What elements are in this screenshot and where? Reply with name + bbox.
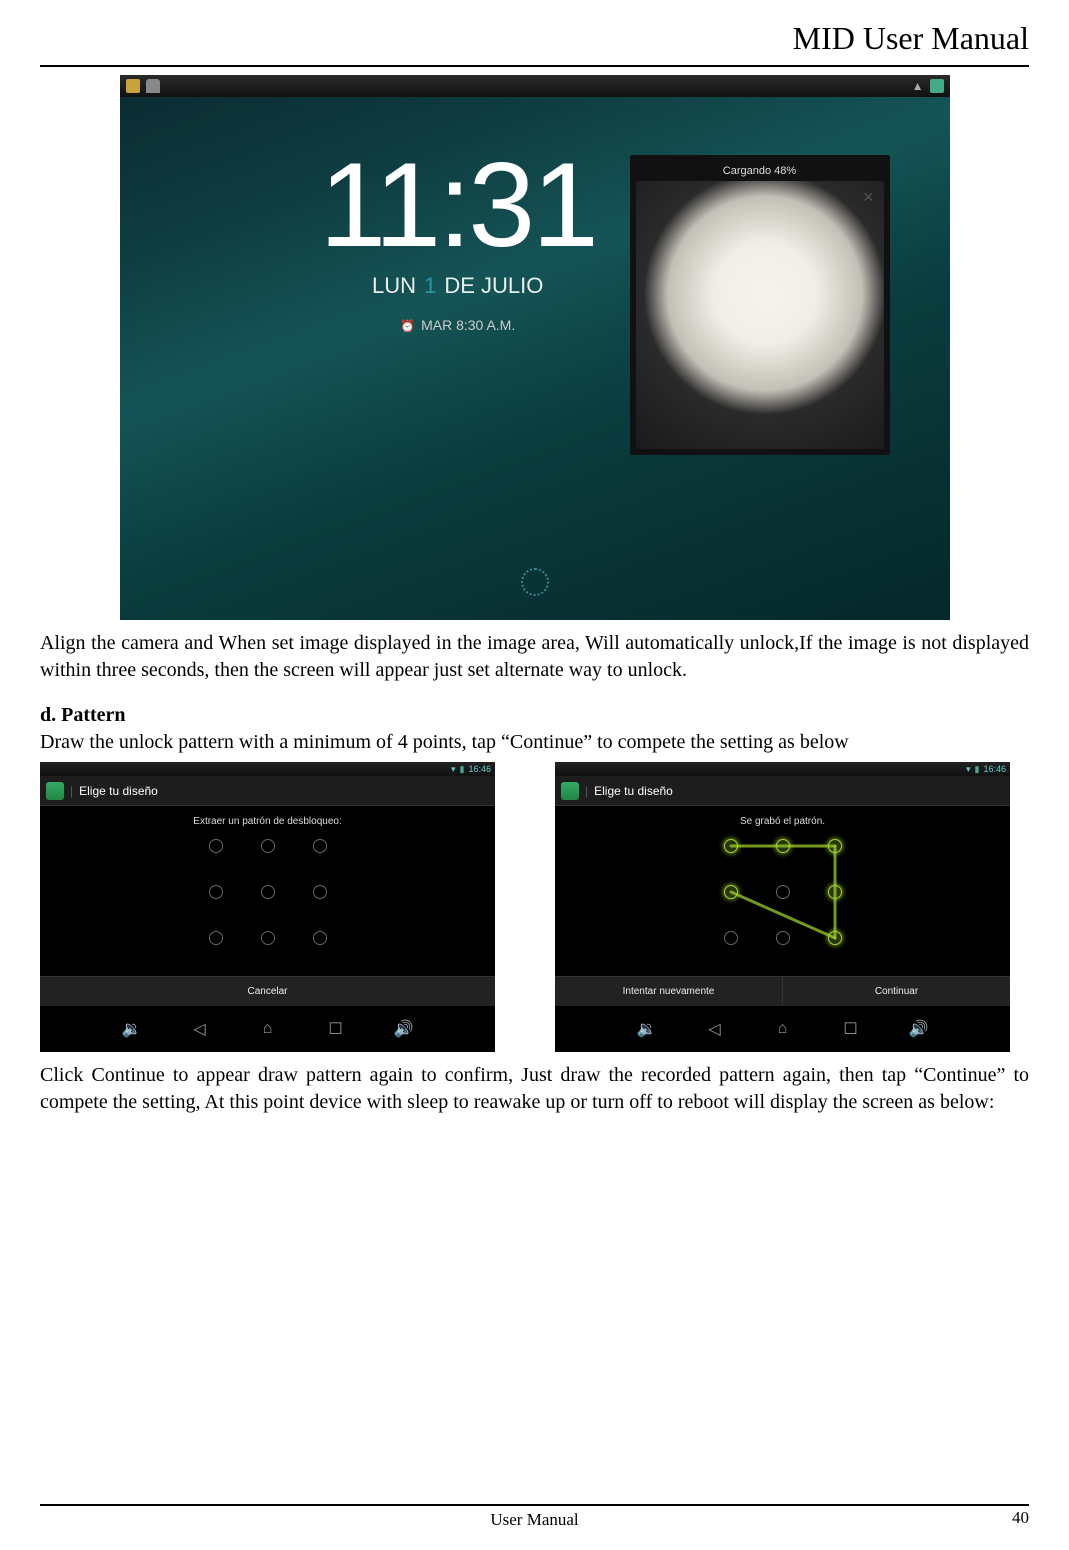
status-time: 16:46 (983, 764, 1006, 774)
pattern-dot[interactable] (776, 885, 790, 899)
status-bar: ▲ (120, 75, 950, 97)
alarm-icon (400, 317, 415, 333)
recent-icon[interactable]: ☐ (327, 1020, 345, 1038)
pattern-dot[interactable] (261, 931, 275, 945)
battery-icon (930, 79, 944, 93)
pattern-dot[interactable] (828, 931, 842, 945)
pattern-dot[interactable] (313, 885, 327, 899)
volume-down-icon[interactable]: 🔉 (638, 1020, 656, 1038)
instruction-text: Se grabó el patrón. (740, 816, 825, 827)
page-footer: User Manual 40 (40, 1504, 1029, 1530)
retry-button[interactable]: Intentar nuevamente (555, 977, 783, 1006)
date-daynum: 1 (424, 273, 436, 299)
nav-bar: 🔉 ◁ ⌂ ☐ 🔊 (40, 1006, 495, 1052)
date-dayname: LUN (372, 273, 416, 299)
titlebar: | Elige tu diseño (40, 776, 495, 806)
screenshot-pattern-draw: ▾ ▮ 16:46 | Elige tu diseño Extraer un p… (40, 762, 495, 1052)
screenshot-row: ▾ ▮ 16:46 | Elige tu diseño Extraer un p… (40, 762, 1029, 1052)
pattern-dot[interactable] (261, 885, 275, 899)
wifi-icon: ▾ (451, 764, 456, 775)
home-icon[interactable]: ⌂ (259, 1020, 277, 1038)
alarm-text: MAR 8:30 A.M. (421, 317, 515, 333)
status-bar-small: ▾ ▮ 16:46 (555, 762, 1010, 776)
wifi-icon: ▾ (966, 764, 971, 775)
paragraph-pattern-intro: Draw the unlock pattern with a minimum o… (40, 729, 1029, 756)
loading-ring-icon (521, 568, 549, 596)
wifi-icon: ▲ (912, 79, 924, 93)
nav-bar: 🔉 ◁ ⌂ ☐ 🔊 (555, 1006, 1010, 1052)
close-icon[interactable]: × (863, 187, 874, 208)
page-header-title: MID User Manual (40, 20, 1029, 57)
button-row: Cancelar (40, 976, 495, 1006)
cancel-button[interactable]: Cancelar (40, 977, 495, 1006)
header-rule (40, 65, 1029, 67)
pattern-dot[interactable] (776, 931, 790, 945)
clock-date: LUN 1 DE JULIO (320, 273, 596, 299)
footer-rule (40, 1504, 1029, 1506)
heading-pattern: d. Pattern (40, 704, 1029, 727)
face-camera-preview: × (636, 181, 884, 449)
pattern-body: Se grabó el patrón. (555, 806, 1010, 1006)
volume-up-icon[interactable]: 🔊 (395, 1020, 413, 1038)
titlebar-text: Elige tu diseño (594, 784, 673, 798)
pattern-grid[interactable] (203, 833, 333, 953)
pattern-dot[interactable] (261, 839, 275, 853)
separator-icon: | (70, 784, 73, 798)
back-icon[interactable]: ◁ (706, 1020, 724, 1038)
pattern-dot[interactable] (776, 839, 790, 853)
lockscreen-clock: 11:31 LUN 1 DE JULIO MAR 8:30 A.M. (320, 145, 596, 333)
alarm-row: MAR 8:30 A.M. (320, 317, 596, 333)
screenshot-pattern-recorded: ▾ ▮ 16:46 | Elige tu diseño Se grabó el … (555, 762, 1010, 1052)
paragraph-align-camera: Align the camera and When set image disp… (40, 630, 1029, 684)
home-icon[interactable]: ⌂ (774, 1020, 792, 1038)
pattern-dot[interactable] (724, 885, 738, 899)
back-icon[interactable]: ◁ (191, 1020, 209, 1038)
volume-down-icon[interactable]: 🔉 (123, 1020, 141, 1038)
titlebar-text: Elige tu diseño (79, 784, 158, 798)
pattern-dot[interactable] (724, 839, 738, 853)
footer-center-text: User Manual (490, 1510, 578, 1530)
status-time: 16:46 (468, 764, 491, 774)
pattern-dot[interactable] (313, 931, 327, 945)
volume-up-icon[interactable]: 🔊 (910, 1020, 928, 1038)
pattern-dot[interactable] (209, 931, 223, 945)
titlebar: | Elige tu diseño (555, 776, 1010, 806)
pattern-dot[interactable] (313, 839, 327, 853)
pattern-dot[interactable] (724, 931, 738, 945)
pattern-dot[interactable] (828, 839, 842, 853)
battery-icon: ▮ (975, 764, 980, 775)
clock-time: 11:31 (320, 145, 596, 265)
button-row: Intentar nuevamente Continuar (555, 976, 1010, 1006)
face-loading-label: Cargando 48% (636, 161, 884, 181)
separator-icon: | (585, 784, 588, 798)
pattern-grid[interactable] (718, 833, 848, 953)
screenshot-lockscreen: ▲ 11:31 LUN 1 DE JULIO MAR 8:30 A.M. Car… (120, 75, 950, 620)
app-icon (46, 782, 64, 800)
pattern-body: Extraer un patrón de desbloqueo: Cancela… (40, 806, 495, 1006)
date-month: DE JULIO (444, 273, 543, 299)
status-icon-android (146, 79, 160, 93)
face-unlock-widget: Cargando 48% × (630, 155, 890, 455)
paragraph-continue: Click Continue to appear draw pattern ag… (40, 1062, 1029, 1116)
continue-button[interactable]: Continuar (783, 977, 1010, 1006)
recent-icon[interactable]: ☐ (842, 1020, 860, 1038)
app-icon (561, 782, 579, 800)
pattern-dot[interactable] (209, 885, 223, 899)
page-number: 40 (1012, 1508, 1029, 1528)
pattern-dot[interactable] (828, 885, 842, 899)
pattern-dot[interactable] (209, 839, 223, 853)
status-bar-small: ▾ ▮ 16:46 (40, 762, 495, 776)
battery-icon: ▮ (460, 764, 465, 775)
status-icon-gallery (126, 79, 140, 93)
instruction-text: Extraer un patrón de desbloqueo: (193, 816, 341, 827)
